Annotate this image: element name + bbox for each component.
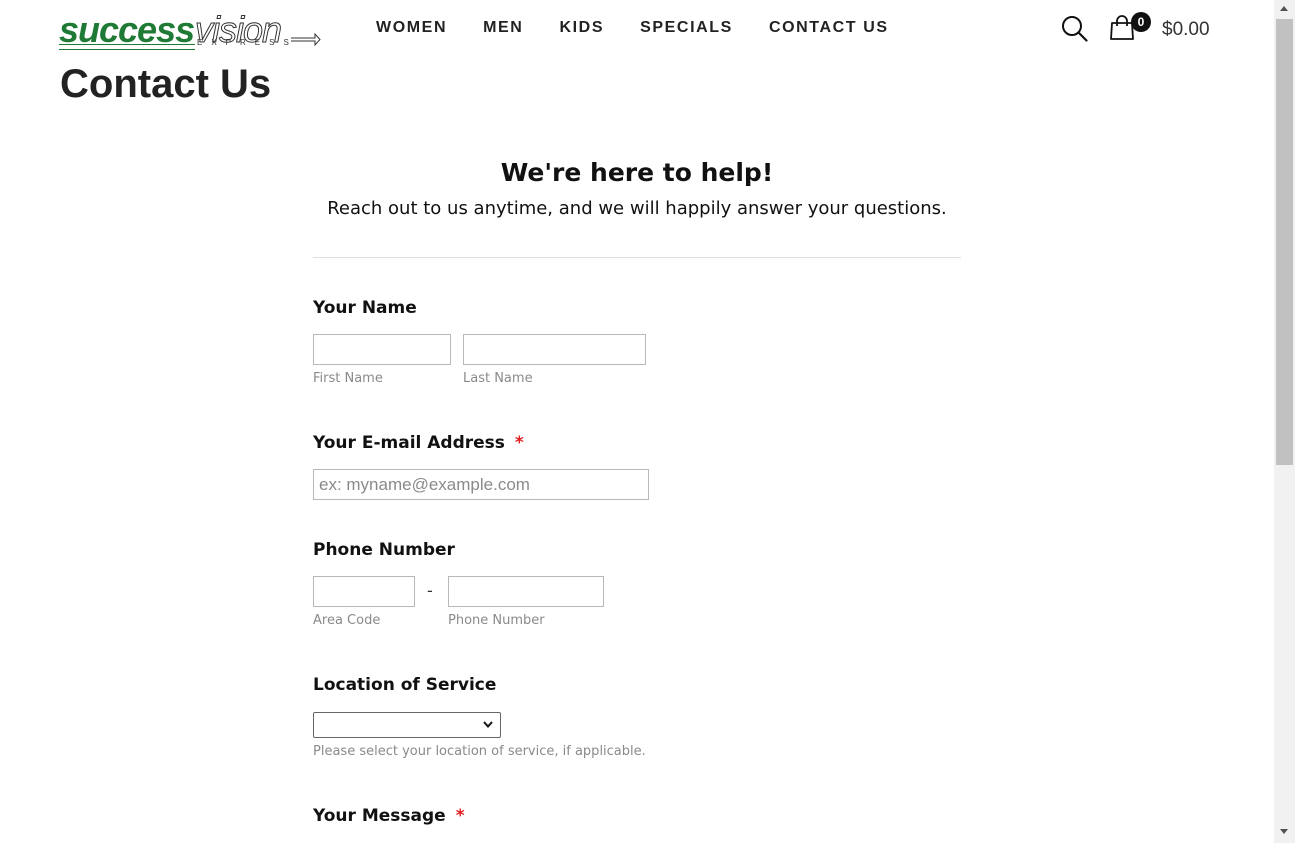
cart-total[interactable]: $0.00 bbox=[1162, 19, 1210, 41]
brand-logo[interactable]: success vision EXPRESS bbox=[59, 9, 321, 52]
name-label: Your Name bbox=[313, 298, 417, 318]
email-label: Your E-mail Address bbox=[313, 433, 505, 453]
nav-item-kids[interactable]: KIDS bbox=[559, 18, 604, 38]
last-name-sublabel: Last Name bbox=[463, 371, 533, 386]
message-label-row: Your Message * bbox=[313, 805, 465, 827]
scroll-down-arrow-icon[interactable] bbox=[1280, 829, 1288, 834]
form-header: We're here to help! Reach out to us anyt… bbox=[313, 155, 961, 221]
email-label-row: Your E-mail Address * bbox=[313, 432, 524, 454]
main-nav: WOMEN MEN KIDS SPECIALS CONTACT US bbox=[376, 18, 925, 38]
area-code-input[interactable] bbox=[313, 576, 415, 607]
nav-item-contact-us[interactable]: CONTACT US bbox=[769, 18, 889, 38]
scrollbar-thumb[interactable] bbox=[1276, 19, 1293, 465]
email-field[interactable] bbox=[313, 469, 649, 500]
message-label: Your Message bbox=[313, 806, 446, 826]
required-marker: * bbox=[455, 806, 465, 826]
scroll-up-arrow-icon[interactable] bbox=[1280, 6, 1288, 11]
phone-label: Phone Number bbox=[313, 540, 455, 560]
form-divider bbox=[313, 257, 961, 258]
page-scrollbar[interactable] bbox=[1274, 0, 1295, 843]
location-label: Location of Service bbox=[313, 675, 497, 695]
nav-item-women[interactable]: WOMEN bbox=[376, 18, 447, 38]
location-hint: Please select your location of service, … bbox=[313, 744, 646, 759]
first-name-input[interactable] bbox=[313, 334, 451, 365]
first-name-sublabel: First Name bbox=[313, 371, 383, 386]
area-code-sublabel: Area Code bbox=[313, 613, 381, 628]
phone-separator: - bbox=[427, 581, 433, 600]
phone-number-input[interactable] bbox=[448, 576, 604, 607]
last-name-input[interactable] bbox=[463, 334, 646, 365]
logo-arrow-icon bbox=[291, 32, 321, 47]
chevron-down-icon bbox=[483, 721, 493, 729]
form-heading: We're here to help! bbox=[500, 158, 774, 187]
location-select[interactable] bbox=[313, 712, 501, 738]
form-subheading: Reach out to us anytime, and we will hap… bbox=[327, 198, 947, 219]
nav-item-specials[interactable]: SPECIALS bbox=[640, 18, 733, 38]
page-title: Contact Us bbox=[60, 62, 272, 106]
required-marker: * bbox=[514, 433, 524, 453]
phone-number-sublabel: Phone Number bbox=[448, 613, 545, 628]
nav-item-men[interactable]: MEN bbox=[483, 18, 523, 38]
cart-count-badge[interactable]: 0 bbox=[1131, 12, 1151, 32]
search-icon[interactable] bbox=[1061, 15, 1088, 42]
